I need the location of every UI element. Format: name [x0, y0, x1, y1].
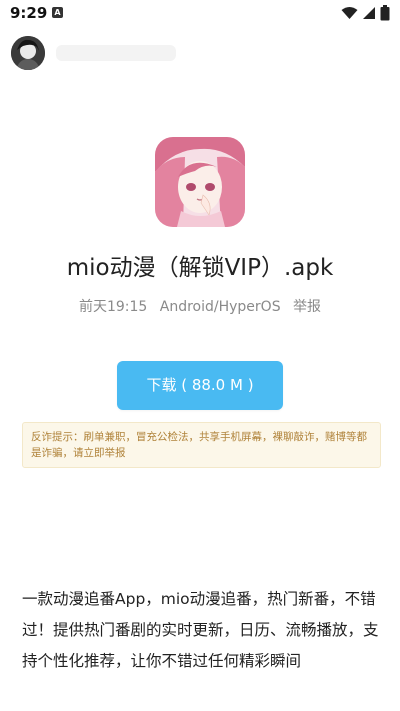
battery-icon — [380, 5, 390, 21]
user-avatar[interactable] — [11, 36, 45, 70]
platform-label: Android/HyperOS — [159, 299, 281, 315]
app-description: 一款动漫追番App，mio动漫追番，热门新番，不错过！提供热门番剧的实时更新，日… — [22, 590, 379, 670]
status-icons — [341, 4, 390, 22]
app-title: mio动漫（解锁VIP）.apk — [66, 255, 334, 281]
wifi-icon — [341, 7, 358, 19]
download-button[interactable]: 下载 ( 88.0 M ) — [117, 361, 283, 410]
upload-date: 前天19:15 — [78, 299, 148, 315]
signal-icon — [363, 7, 375, 19]
anti-fraud-warning: 反诈提示：刷单兼职，冒充公检法，共享手机屏幕，裸聊敲诈，赌博等都是诈骗，请立即举… — [22, 422, 381, 468]
a-badge-icon: A — [52, 7, 63, 18]
app-meta: 前天19:15 Android/HyperOS 举报 — [0, 296, 400, 316]
report-link[interactable]: 举报 — [293, 299, 321, 315]
app-screen: 9:29 A mio动漫（解锁VIP）.apk 前天19:15 Android/… — [0, 0, 400, 711]
status-bar: 9:29 A — [0, 0, 400, 26]
status-time: 9:29 — [10, 4, 48, 22]
anime-app-icon — [155, 137, 245, 227]
page-header — [0, 26, 400, 82]
user-name-placeholder — [56, 45, 176, 61]
